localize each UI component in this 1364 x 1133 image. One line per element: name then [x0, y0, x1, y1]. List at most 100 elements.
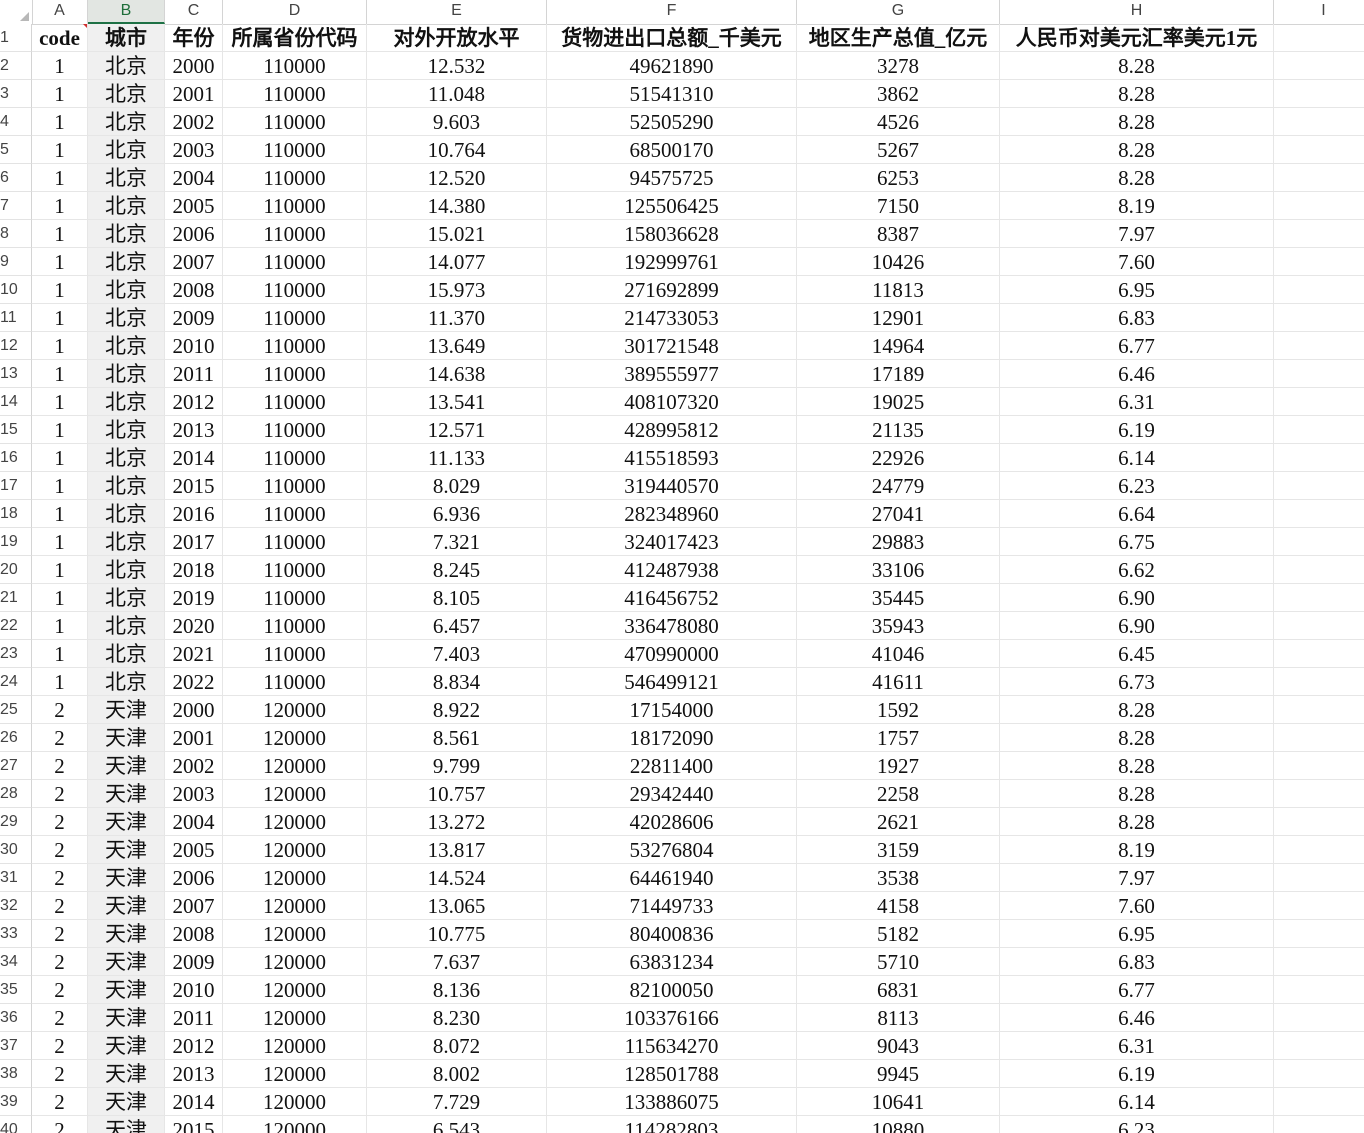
cell[interactable]: 1	[32, 248, 88, 276]
cell[interactable]: 6.46	[1000, 1004, 1274, 1032]
cell[interactable]: 6.31	[1000, 388, 1274, 416]
cell[interactable]: 1	[32, 164, 88, 192]
cell[interactable]: 110000	[223, 584, 367, 612]
cell[interactable]: 2020	[165, 612, 223, 640]
cell[interactable]: 115634270	[547, 1032, 797, 1060]
cell[interactable]	[1274, 864, 1364, 892]
column-title-cell[interactable]: 年份	[165, 24, 223, 52]
cell[interactable]: 1	[32, 472, 88, 500]
column-header-b[interactable]: B	[88, 0, 165, 24]
cell[interactable]: 120000	[223, 836, 367, 864]
cell[interactable]: 2001	[165, 724, 223, 752]
cell[interactable]: 1	[32, 192, 88, 220]
cell[interactable]	[1274, 976, 1364, 1004]
cell[interactable]: 6.83	[1000, 304, 1274, 332]
cell[interactable]: 412487938	[547, 556, 797, 584]
cell[interactable]: 125506425	[547, 192, 797, 220]
row-header[interactable]: 19	[0, 528, 32, 556]
cell[interactable]: 324017423	[547, 528, 797, 556]
cell[interactable]: 17154000	[547, 696, 797, 724]
row-header[interactable]: 21	[0, 584, 32, 612]
cell[interactable]: 1	[32, 332, 88, 360]
cell[interactable]: 7.60	[1000, 248, 1274, 276]
cell[interactable]: 2014	[165, 444, 223, 472]
cell[interactable]: 6.90	[1000, 612, 1274, 640]
cell[interactable]	[1274, 108, 1364, 136]
cell[interactable]: 1927	[797, 752, 1000, 780]
cell[interactable]: 6831	[797, 976, 1000, 1004]
cell[interactable]: 63831234	[547, 948, 797, 976]
cell[interactable]: 120000	[223, 724, 367, 752]
cell[interactable]: 110000	[223, 220, 367, 248]
cell[interactable]: 158036628	[547, 220, 797, 248]
cell[interactable]: 120000	[223, 1004, 367, 1032]
cell[interactable]: 天津	[88, 864, 165, 892]
cell[interactable]: 2	[32, 1116, 88, 1133]
row-header[interactable]: 6	[0, 164, 32, 192]
row-header[interactable]: 23	[0, 640, 32, 668]
cell[interactable]: 2	[32, 920, 88, 948]
cell[interactable]: 7.97	[1000, 864, 1274, 892]
cell[interactable]	[1274, 612, 1364, 640]
cell[interactable]: 7.729	[367, 1088, 547, 1116]
cell[interactable]: 2009	[165, 304, 223, 332]
cell[interactable]: 6.90	[1000, 584, 1274, 612]
cell[interactable]: 120000	[223, 892, 367, 920]
cell[interactable]: 8.072	[367, 1032, 547, 1060]
row-header[interactable]: 29	[0, 808, 32, 836]
cell[interactable]: 天津	[88, 752, 165, 780]
cell[interactable]: 8.28	[1000, 780, 1274, 808]
cell[interactable]: 3159	[797, 836, 1000, 864]
cell[interactable]: 北京	[88, 640, 165, 668]
row-header[interactable]: 30	[0, 836, 32, 864]
cell[interactable]: 27041	[797, 500, 1000, 528]
cell[interactable]: 82100050	[547, 976, 797, 1004]
cell[interactable]: 282348960	[547, 500, 797, 528]
cell[interactable]	[1274, 640, 1364, 668]
cell[interactable]: 9.799	[367, 752, 547, 780]
cell[interactable]: 北京	[88, 584, 165, 612]
cell[interactable]: 6.95	[1000, 920, 1274, 948]
cell[interactable]: 12.520	[367, 164, 547, 192]
cell[interactable]: 5710	[797, 948, 1000, 976]
spreadsheet[interactable]: ABCDEFGHI 1 2 3 4 5 6 7 8 9 10 11 12 13 14 15 16 17 18 19 2…	[0, 0, 1364, 1133]
cell[interactable]: 北京	[88, 444, 165, 472]
cell[interactable]: 北京	[88, 416, 165, 444]
cell[interactable]: 14.077	[367, 248, 547, 276]
cell[interactable]: 41611	[797, 668, 1000, 696]
cell[interactable]: 2016	[165, 500, 223, 528]
cell[interactable]: 8.28	[1000, 80, 1274, 108]
cell[interactable]: 103376166	[547, 1004, 797, 1032]
cell[interactable]: 1757	[797, 724, 1000, 752]
cell[interactable]: 1	[32, 444, 88, 472]
cell[interactable]: 319440570	[547, 472, 797, 500]
cell[interactable]: 6.543	[367, 1116, 547, 1133]
select-all-corner[interactable]	[0, 0, 33, 24]
cell[interactable]: 2013	[165, 416, 223, 444]
row-header[interactable]: 33	[0, 920, 32, 948]
cell[interactable]	[1274, 136, 1364, 164]
cell[interactable]: 2000	[165, 52, 223, 80]
cell[interactable]: 110000	[223, 276, 367, 304]
cell[interactable]: 2	[32, 808, 88, 836]
cell[interactable]: 22811400	[547, 752, 797, 780]
cell[interactable]: 天津	[88, 1088, 165, 1116]
row-header[interactable]: 28	[0, 780, 32, 808]
cell[interactable]: 8.28	[1000, 808, 1274, 836]
cell[interactable]: 北京	[88, 220, 165, 248]
cell[interactable]: 17189	[797, 360, 1000, 388]
cell[interactable]: 8.561	[367, 724, 547, 752]
cell[interactable]: 1	[32, 500, 88, 528]
row-header[interactable]: 8	[0, 220, 32, 248]
cell[interactable]: 13.649	[367, 332, 547, 360]
cell[interactable]: 天津	[88, 696, 165, 724]
cell[interactable]: 10.757	[367, 780, 547, 808]
row-header[interactable]: 37	[0, 1032, 32, 1060]
cell[interactable]: 2017	[165, 528, 223, 556]
cell[interactable]: 2005	[165, 836, 223, 864]
cell[interactable]: 110000	[223, 640, 367, 668]
cell[interactable]: 7.60	[1000, 892, 1274, 920]
cell[interactable]: 13.065	[367, 892, 547, 920]
row-header[interactable]: 17	[0, 472, 32, 500]
cell[interactable]: 14.524	[367, 864, 547, 892]
